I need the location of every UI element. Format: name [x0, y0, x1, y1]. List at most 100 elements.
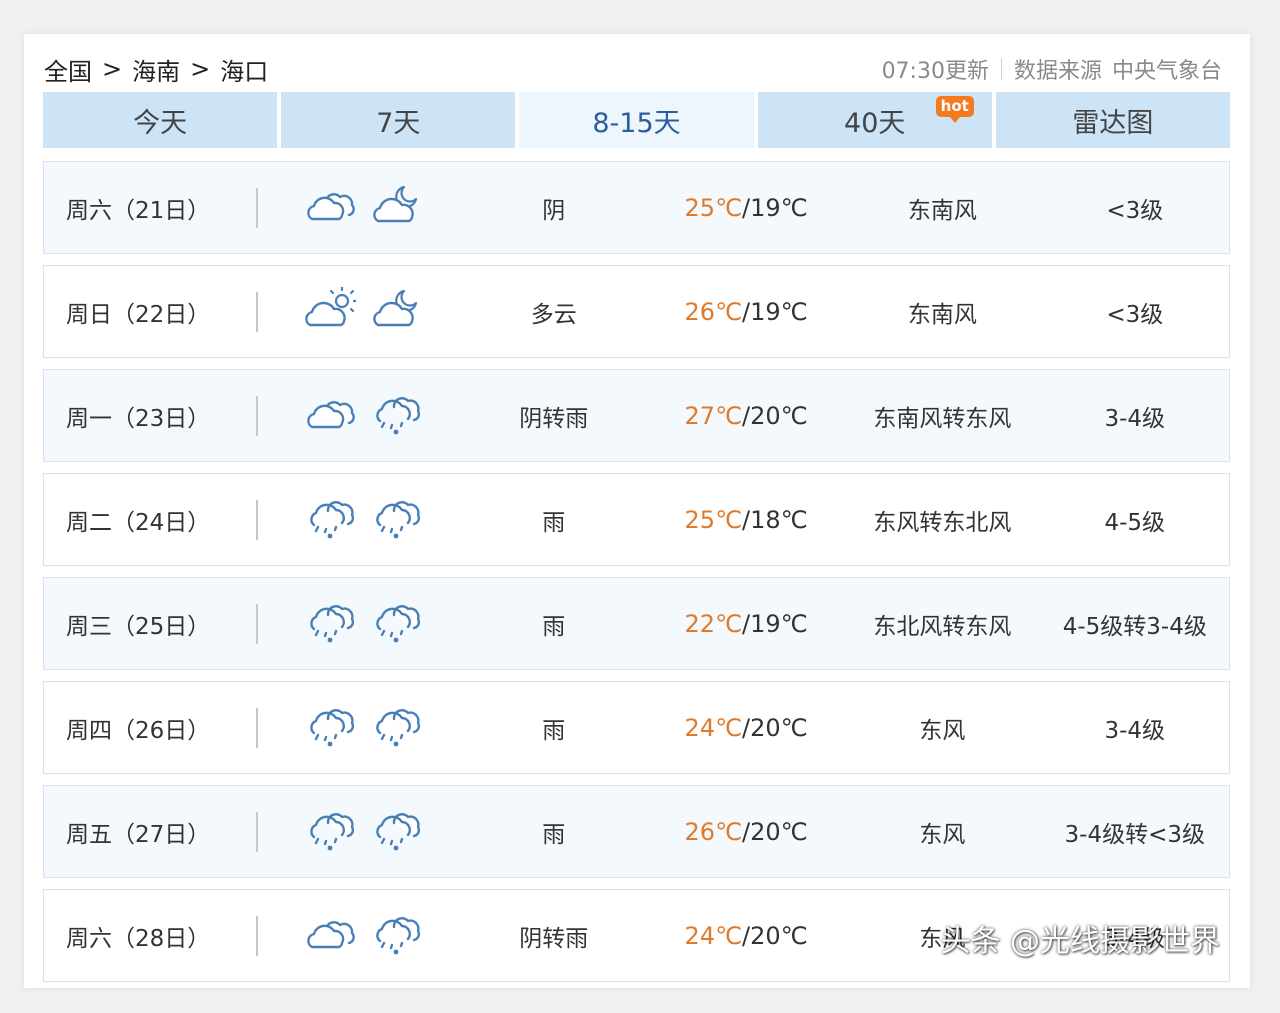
- temp-separator: /: [742, 505, 751, 534]
- wind-level: 4-5级转3-4级: [1062, 613, 1207, 640]
- forecast-date: 周四（26日）: [66, 717, 211, 744]
- temp-low: 19℃: [750, 297, 808, 326]
- wind-direction: 东南风: [907, 301, 977, 328]
- temp-low: 20℃: [750, 921, 808, 950]
- rain-icon: [304, 807, 370, 857]
- wind-direction: 东风: [919, 821, 966, 848]
- temperature-range: 24℃/20℃: [648, 922, 844, 950]
- temp-low: 19℃: [750, 609, 808, 638]
- tab-radar[interactable]: 雷达图: [995, 92, 1231, 148]
- forecast-row: 周三（25日） 雨 22℃/19℃ 东北风转东风 4-5级转3-4级: [43, 577, 1230, 670]
- forecast-tabs: 今天 7天 8-15天 40天 hot 雷达图: [43, 92, 1231, 148]
- temp-separator: /: [742, 401, 751, 430]
- weather-icons: [258, 495, 459, 545]
- forecast-list: 周六（21日）阴 25℃/19℃ 东南风 <3级 周日（22日） 多云 26℃/19℃ 东南风…: [43, 161, 1230, 993]
- tab-8-15-days[interactable]: 8-15天: [519, 92, 754, 148]
- partly-cloudy-day-icon: [304, 285, 370, 337]
- forecast-date: 周五（27日）: [66, 821, 211, 848]
- breadcrumb-item-country[interactable]: 全国: [44, 52, 92, 87]
- temperature-range: 27℃/20℃: [648, 402, 844, 430]
- rain-icon: [370, 807, 436, 857]
- tab-label: 7天: [376, 107, 421, 139]
- temp-low: 20℃: [750, 817, 808, 846]
- tab-label: 40天: [844, 107, 906, 139]
- rain-icon: [304, 599, 370, 649]
- tab-7-days[interactable]: 7天: [281, 92, 516, 148]
- wind-direction: 东风: [919, 717, 966, 744]
- weather-icons: [258, 703, 459, 753]
- tab-label: 雷达图: [1072, 107, 1154, 139]
- weather-condition: 多云: [530, 301, 577, 328]
- update-meta: 07:30更新 数据来源 中央气象台: [882, 53, 1222, 85]
- temperature-range: 26℃/19℃: [648, 298, 844, 326]
- temperature-range: 25℃/18℃: [648, 506, 844, 534]
- temp-high: 25℃: [684, 193, 743, 222]
- temperature-range: 24℃/20℃: [648, 714, 844, 742]
- temperature-range: 25℃/19℃: [648, 194, 844, 222]
- breadcrumb-item-province[interactable]: 海南: [132, 52, 180, 87]
- rain-icon: [370, 391, 436, 441]
- weather-panel: 全国 > 海南 > 海口 07:30更新 数据来源 中央气象台 今天 7天 8-…: [24, 34, 1250, 988]
- weather-condition: 阴转雨: [519, 925, 589, 952]
- temp-high: 26℃: [684, 297, 743, 326]
- weather-icons: [258, 807, 459, 857]
- data-source-label: 数据来源: [1013, 59, 1102, 84]
- top-bar: 全国 > 海南 > 海口 07:30更新 数据来源 中央气象台: [44, 52, 1222, 86]
- forecast-date: 周六（28日）: [66, 925, 211, 952]
- cloudy-icon: [304, 911, 370, 961]
- weather-icons: [258, 285, 459, 337]
- rain-icon: [370, 911, 436, 961]
- temp-low: 20℃: [750, 401, 808, 430]
- wind-level: 4-5级: [1104, 509, 1166, 536]
- temp-separator: /: [742, 193, 751, 222]
- breadcrumb-item-city: 海口: [220, 57, 269, 86]
- forecast-date: 周日（22日）: [66, 301, 211, 328]
- temp-high: 22℃: [684, 609, 743, 638]
- wind-level: <3级: [1106, 197, 1164, 224]
- forecast-date: 周三（25日）: [66, 613, 211, 640]
- breadcrumb: 全国 > 海南 > 海口: [44, 52, 268, 87]
- temp-high: 24℃: [684, 713, 743, 742]
- temp-separator: /: [742, 921, 751, 950]
- rain-icon: [370, 703, 436, 753]
- weather-condition: 雨: [542, 821, 566, 848]
- wind-level: 3-4级: [1104, 717, 1166, 744]
- temp-separator: /: [742, 817, 751, 846]
- breadcrumb-separator: >: [102, 55, 123, 83]
- wind-level: 3-4级: [1104, 405, 1166, 432]
- forecast-row: 周四（26日） 雨 24℃/20℃ 东风 3-4级: [43, 681, 1230, 774]
- rain-icon: [304, 495, 370, 545]
- weather-condition: 雨: [542, 509, 566, 536]
- cloudy-icon: [304, 391, 370, 441]
- wind-direction: 东南风: [907, 197, 977, 224]
- forecast-row: 周二（24日） 雨 25℃/18℃ 东风转东北风 4-5级: [43, 473, 1230, 566]
- tab-label: 8-15天: [592, 107, 681, 139]
- wind-direction: 东北风转东风: [873, 613, 1012, 640]
- weather-condition: 阴转雨: [519, 405, 589, 432]
- tab-today[interactable]: 今天: [43, 92, 278, 148]
- partly-cloudy-night-icon: [370, 287, 436, 337]
- forecast-row: 周日（22日） 多云 26℃/19℃ 东南风 <3级: [43, 265, 1230, 358]
- data-source-name: 中央气象台: [1111, 59, 1222, 84]
- meta-divider: [1000, 58, 1002, 80]
- wind-direction: 东风转东北风: [873, 509, 1012, 536]
- weather-icons: [258, 391, 459, 441]
- wind-level: 3-4级转<3级: [1064, 821, 1206, 848]
- temperature-range: 22℃/19℃: [648, 610, 844, 638]
- wind-level: <3级: [1106, 301, 1164, 328]
- weather-condition: 雨: [542, 613, 566, 640]
- temp-high: 24℃: [684, 921, 743, 950]
- temp-separator: /: [742, 609, 751, 638]
- update-time: 07:30更新: [881, 59, 989, 84]
- tab-40-days[interactable]: 40天 hot: [757, 92, 992, 148]
- temp-high: 26℃: [684, 817, 743, 846]
- forecast-row: 周五（27日） 雨 26℃/20℃ 东风 3-4级转<3级: [43, 785, 1230, 878]
- rain-icon: [370, 495, 436, 545]
- forecast-date: 周六（21日）: [66, 197, 211, 224]
- forecast-date: 周一（23日）: [66, 405, 211, 432]
- weather-icons: [258, 183, 459, 233]
- temperature-range: 26℃/20℃: [648, 818, 844, 846]
- breadcrumb-separator: >: [190, 55, 211, 83]
- rain-icon: [370, 599, 436, 649]
- forecast-row: 周一（23日） 阴转雨 27℃/20℃ 东南风转东风 3-4级: [43, 369, 1230, 462]
